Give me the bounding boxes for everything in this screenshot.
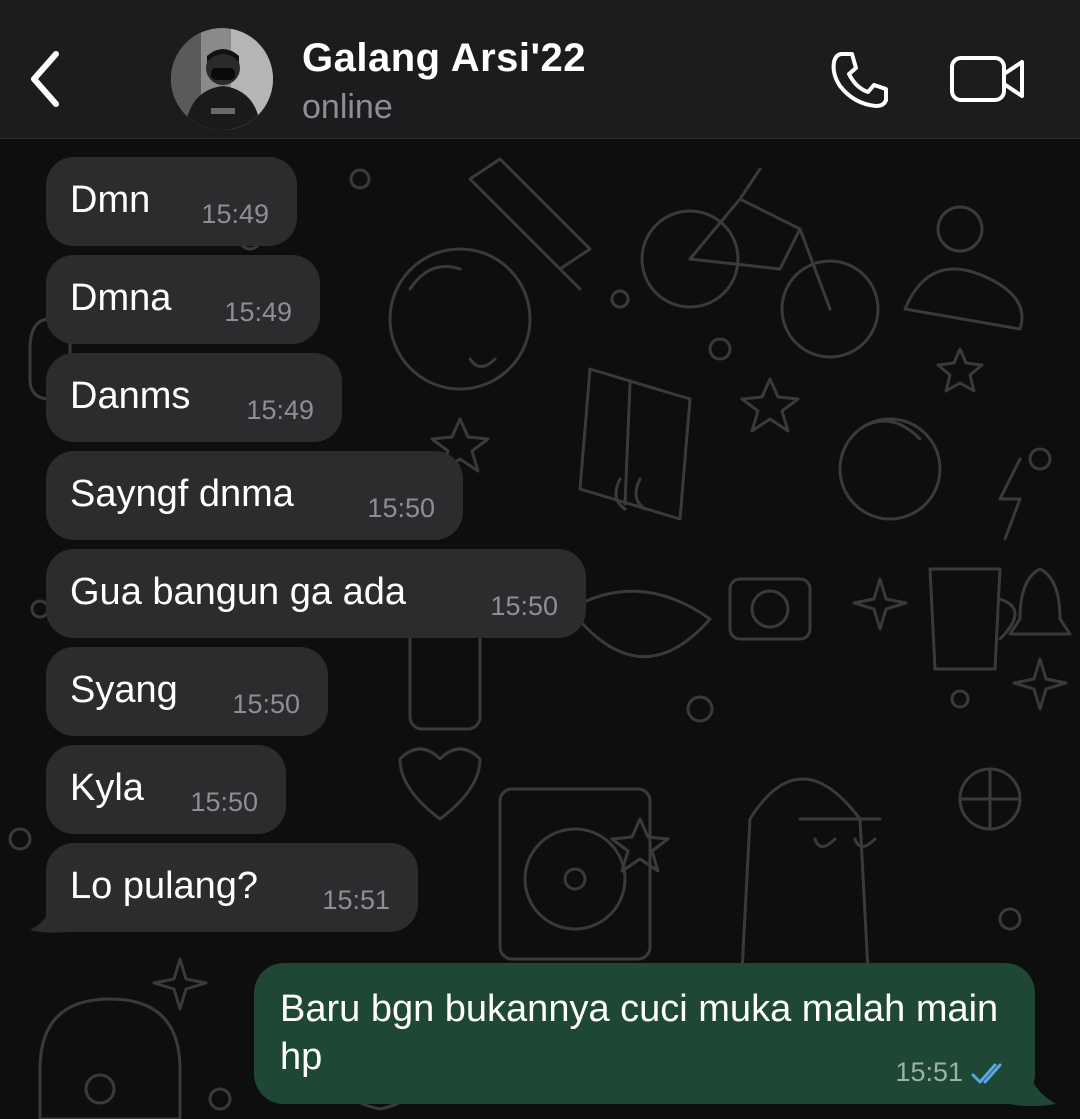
contact-photo bbox=[171, 28, 273, 130]
chevron-left-icon bbox=[31, 51, 59, 107]
message-text: Syang bbox=[70, 669, 178, 711]
message-text: Danms bbox=[70, 375, 191, 417]
message-text: Gua bangun ga ada bbox=[70, 571, 406, 613]
message-incoming[interactable]: Dmna 15:49 bbox=[46, 255, 320, 344]
double-check-read-icon bbox=[971, 1063, 1002, 1084]
back-button[interactable] bbox=[22, 44, 72, 114]
message-time: 15:49 bbox=[224, 297, 292, 327]
chat-header: Galang Arsi'22 online bbox=[0, 0, 1080, 139]
message-incoming[interactable]: Danms 15:49 bbox=[46, 353, 342, 442]
message-time: 15:50 bbox=[190, 787, 258, 817]
message-time: 15:50 bbox=[367, 493, 435, 523]
message-incoming[interactable]: Sayngf dnma 15:50 bbox=[46, 451, 463, 540]
message-text: Kyla bbox=[70, 767, 144, 809]
message-incoming[interactable]: Gua bangun ga ada 15:50 bbox=[46, 549, 586, 638]
message-time: 15:51 bbox=[895, 1057, 963, 1087]
message-time: 15:50 bbox=[490, 591, 558, 621]
video-call-button[interactable] bbox=[948, 52, 1028, 108]
message-time: 15:50 bbox=[232, 689, 300, 719]
contact-avatar[interactable] bbox=[171, 28, 273, 130]
message-outgoing[interactable]: Baru bgn bukannya cuci muka malah main h… bbox=[254, 963, 1035, 1104]
message-time: 15:51 bbox=[322, 885, 390, 915]
voice-call-button[interactable] bbox=[828, 48, 892, 112]
message-incoming[interactable]: Syang 15:50 bbox=[46, 647, 328, 736]
phone-icon bbox=[831, 52, 888, 108]
message-time: 15:49 bbox=[201, 199, 269, 229]
message-text: Lo pulang? bbox=[70, 865, 259, 907]
message-incoming[interactable]: Lo pulang? 15:51 bbox=[46, 843, 418, 932]
chat-screen: Galang Arsi'22 online Dmn 15:49 Dmna 15:… bbox=[0, 0, 1080, 1119]
message-text: Dmna bbox=[70, 277, 172, 319]
contact-name[interactable]: Galang Arsi'22 bbox=[302, 36, 586, 81]
message-incoming[interactable]: Kyla 15:50 bbox=[46, 745, 286, 834]
message-text: Dmn bbox=[70, 179, 151, 221]
video-camera-icon bbox=[950, 56, 1024, 102]
message-text: Sayngf dnma bbox=[70, 473, 294, 515]
contact-status: online bbox=[302, 88, 393, 126]
message-incoming[interactable]: Dmn 15:49 bbox=[46, 157, 297, 246]
message-time: 15:49 bbox=[246, 395, 314, 425]
